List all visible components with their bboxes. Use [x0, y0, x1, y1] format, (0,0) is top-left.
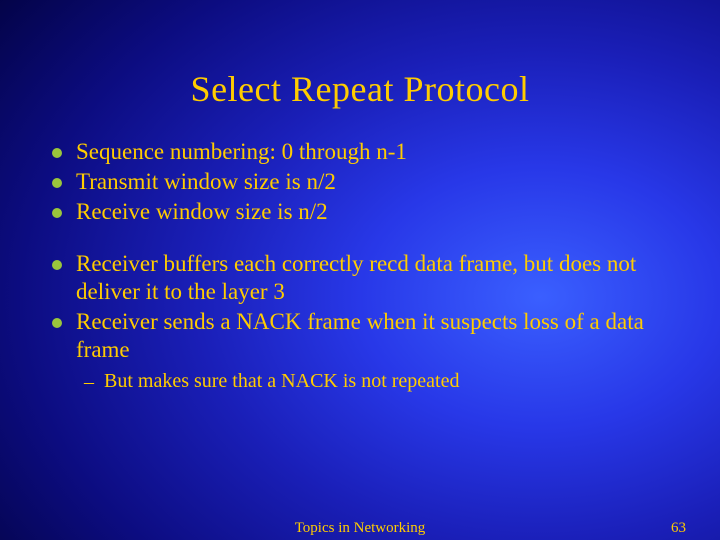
list-item: Receiver sends a NACK frame when it susp…	[52, 308, 690, 364]
bullet-icon	[52, 208, 62, 218]
list-item: Sequence numbering: 0 through n-1	[52, 138, 690, 166]
slide-title: Select Repeat Protocol	[0, 0, 720, 138]
sub-list-item: – But makes sure that a NACK is not repe…	[84, 370, 690, 394]
list-item: Receiver buffers each correctly recd dat…	[52, 250, 690, 306]
bullet-icon	[52, 260, 62, 270]
bullet-group: Receiver buffers each correctly recd dat…	[52, 250, 690, 394]
bullet-text: Transmit window size is n/2	[76, 168, 690, 196]
bullet-text: Sequence numbering: 0 through n-1	[76, 138, 690, 166]
bullet-icon	[52, 318, 62, 328]
page-number: 63	[671, 520, 686, 537]
dash-icon: –	[84, 370, 94, 394]
bullet-text: Receive window size is n/2	[76, 198, 690, 226]
footer-center-text: Topics in Networking	[295, 520, 426, 537]
sub-bullet-text: But makes sure that a NACK is not repeat…	[104, 370, 459, 393]
slide: Select Repeat Protocol Sequence numberin…	[0, 0, 720, 540]
bullet-group: Sequence numbering: 0 through n-1 Transm…	[52, 138, 690, 226]
list-item: Receive window size is n/2	[52, 198, 690, 226]
slide-content: Sequence numbering: 0 through n-1 Transm…	[0, 138, 720, 394]
bullet-text: Receiver buffers each correctly recd dat…	[76, 250, 690, 306]
bullet-icon	[52, 148, 62, 158]
bullet-text: Receiver sends a NACK frame when it susp…	[76, 308, 690, 364]
list-item: Transmit window size is n/2	[52, 168, 690, 196]
bullet-icon	[52, 178, 62, 188]
